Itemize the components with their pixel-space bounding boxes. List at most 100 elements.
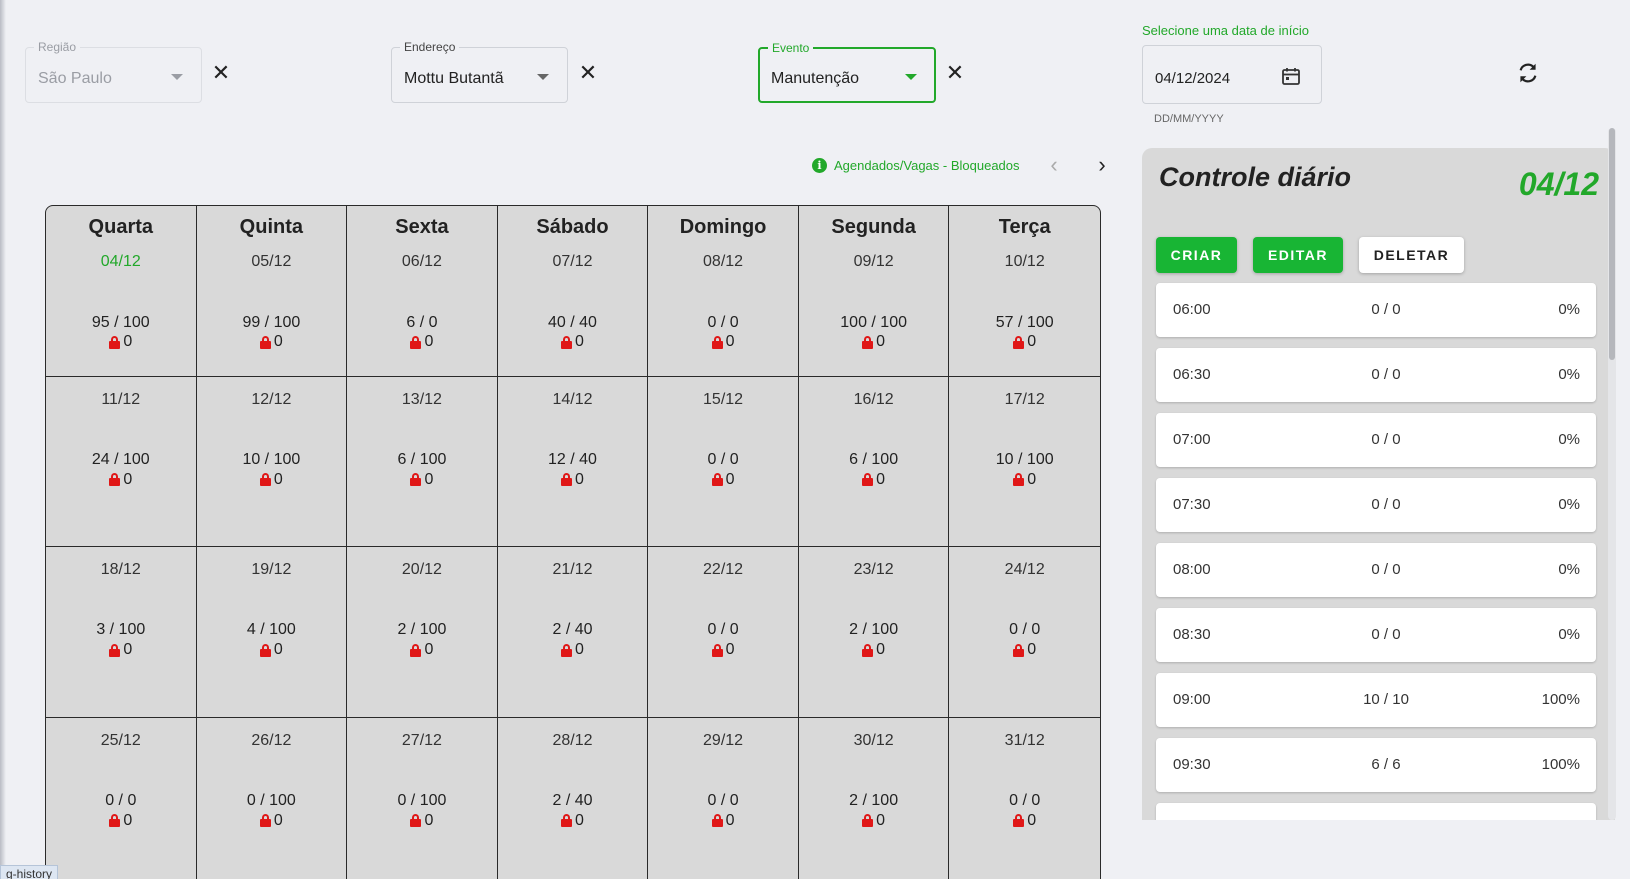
time-slot-row[interactable]: 06:00 0 / 0 0%: [1156, 283, 1596, 337]
clear-event-close-icon[interactable]: ✕: [943, 61, 967, 85]
weekday-label: Domingo: [679, 216, 767, 238]
calendar-day-cell[interactable]: Sexta 06/12 6 / 0 0: [347, 206, 498, 377]
lock-icon: [410, 643, 422, 657]
day-blocked: 0: [498, 641, 648, 659]
day-booked-count: 12 / 40: [548, 450, 597, 468]
day-booked-count: 2 / 100: [849, 621, 899, 638]
slot-percent: 0%: [1558, 366, 1580, 383]
day-blocked: 0: [347, 333, 497, 351]
calendar-day-cell[interactable]: Quarta 04/12 95 / 100 0: [46, 206, 197, 377]
calendar-day-cell[interactable]: 22/12 0 / 0 0: [648, 547, 799, 718]
event-select[interactable]: Evento Manutenção: [758, 41, 936, 103]
day-blocked: 0: [949, 471, 1100, 489]
time-slot-row[interactable]: 09:00 10 / 10 100%: [1156, 673, 1596, 727]
region-select[interactable]: Região São Paulo: [25, 40, 202, 103]
calendar-day-cell[interactable]: 13/12 6 / 100 0: [347, 376, 498, 547]
lock-icon: [561, 643, 573, 657]
time-slot-row[interactable]: 09:30 6 / 6 100%: [1156, 738, 1596, 792]
day-blocked: 0: [197, 641, 347, 659]
start-date-input[interactable]: 04/12/2024: [1142, 45, 1322, 104]
time-slot-row[interactable]: [1156, 803, 1596, 820]
day-booked-count: 2 / 40: [552, 621, 593, 638]
day-date: 16/12: [853, 390, 894, 408]
calendar-day-cell[interactable]: 30/12 2 / 100 0: [799, 717, 950, 879]
address-select[interactable]: Endereço Mottu Butantã: [391, 40, 568, 103]
day-date: 12/12: [251, 390, 292, 408]
day-date: 23/12: [853, 561, 894, 578]
time-slot-row[interactable]: 08:30 0 / 0 0%: [1156, 608, 1596, 662]
address-label: Endereço: [400, 40, 460, 54]
region-label: Região: [34, 40, 81, 54]
day-date: 05/12: [251, 253, 292, 270]
panel-scrollbar[interactable]: [1608, 128, 1616, 820]
create-button[interactable]: CRIAR: [1156, 237, 1237, 273]
calendar-day-cell[interactable]: 18/12 3 / 100 0: [46, 547, 197, 718]
day-date: 13/12: [401, 390, 442, 408]
day-blocked-count: 0: [575, 333, 584, 350]
chevron-down-icon: [537, 74, 549, 80]
day-blocked: 0: [949, 641, 1100, 659]
chevron-left-icon[interactable]: ‹: [1044, 154, 1064, 177]
calendar-day-cell[interactable]: 31/12 0 / 0 0: [949, 718, 1100, 879]
calendar-day-cell[interactable]: 29/12 0 / 0 0: [648, 717, 799, 879]
calendar-day-cell[interactable]: Sábado 07/12 40 / 40 0: [497, 206, 649, 377]
calendar-day-cell[interactable]: 17/12 10 / 100 0: [949, 377, 1100, 547]
scrollbar-thumb[interactable]: [1609, 128, 1615, 360]
calendar-day-cell[interactable]: 23/12 2 / 100 0: [798, 547, 950, 718]
clear-address-close-icon[interactable]: ✕: [576, 61, 600, 85]
day-blocked-count: 0: [273, 641, 283, 658]
slot-count: 0 / 0: [1371, 626, 1401, 643]
day-blocked-count: 0: [575, 811, 584, 829]
app-page: Região São Paulo ✕ Endereço Mottu Butant…: [0, 0, 1630, 879]
delete-button[interactable]: DELETAR: [1359, 237, 1464, 273]
refresh-icon[interactable]: [1515, 60, 1541, 86]
calendar-day-cell[interactable]: 12/12 10 / 100 0: [196, 376, 348, 547]
legend: i Agendados/Vagas - Bloqueados: [812, 158, 1020, 173]
calendar-icon[interactable]: [1281, 66, 1301, 86]
calendar-day-cell[interactable]: 20/12 2 / 100 0: [347, 547, 498, 718]
day-blocked-count: 0: [273, 333, 283, 350]
time-slot-row[interactable]: 08:00 0 / 0 0%: [1156, 543, 1596, 597]
time-slot-row[interactable]: 07:30 0 / 0 0%: [1156, 478, 1596, 532]
calendar-day-cell[interactable]: 24/12 0 / 0 0: [949, 547, 1100, 718]
clear-region-close-icon[interactable]: ✕: [209, 61, 233, 85]
lock-icon: [410, 335, 422, 349]
day-booked-count: 0 / 100: [397, 791, 447, 809]
date-picker-label: Selecione uma data de início: [1142, 23, 1309, 38]
day-blocked-count: 0: [876, 641, 886, 658]
lock-icon: [711, 335, 723, 349]
calendar-day-cell[interactable]: Domingo 08/12 0 / 0 0: [648, 206, 799, 377]
day-date: 31/12: [1004, 731, 1045, 749]
edit-button[interactable]: EDITAR: [1253, 237, 1343, 273]
chevron-down-icon: [905, 74, 917, 80]
calendar-day-cell[interactable]: 28/12 2 / 40 0: [498, 717, 649, 879]
calendar-day-cell[interactable]: Segunda 09/12 100 / 100 0: [798, 206, 950, 377]
lock-icon: [862, 473, 874, 486]
chevron-right-icon[interactable]: ›: [1092, 154, 1112, 177]
calendar-day-cell[interactable]: 21/12 2 / 40 0: [497, 547, 649, 718]
calendar-day-cell[interactable]: 16/12 6 / 100 0: [798, 376, 950, 547]
calendar-day-cell[interactable]: 25/12 0 / 0 0: [46, 717, 197, 879]
day-booked-count: 0 / 0: [105, 791, 137, 809]
calendar-day-cell[interactable]: 19/12 4 / 100 0: [196, 547, 348, 718]
calendar-day-cell[interactable]: 27/12 0 / 100 0: [347, 717, 498, 879]
day-blocked: 0: [799, 333, 949, 351]
calendar-day-cell[interactable]: Quinta 05/12 99 / 100 0: [196, 206, 348, 377]
day-date: 04/12: [100, 253, 141, 270]
day-date: 19/12: [251, 561, 292, 578]
calendar-day-cell[interactable]: 15/12 0 / 0 0: [648, 376, 799, 547]
calendar-day-cell[interactable]: 14/12 12 / 40 0: [497, 376, 649, 547]
day-date: 20/12: [401, 561, 442, 578]
day-booked-count: 40 / 40: [548, 314, 597, 331]
time-slot-row[interactable]: 07:00 0 / 0 0%: [1156, 413, 1596, 467]
calendar-day-cell[interactable]: 26/12 0 / 100 0: [197, 717, 348, 879]
date-format-hint: DD/MM/YYYY: [1154, 113, 1224, 125]
lock-icon: [259, 473, 271, 486]
calendar-day-cell[interactable]: Terça 10/12 57 / 100 0: [949, 206, 1100, 377]
lock-icon: [561, 335, 573, 349]
slot-percent: 0%: [1558, 626, 1580, 643]
calendar-day-cell[interactable]: 11/12 24 / 100 0: [46, 376, 197, 547]
slot-count: 0 / 0: [1371, 496, 1401, 513]
day-date: 24/12: [1004, 561, 1045, 578]
time-slot-row[interactable]: 06:30 0 / 0 0%: [1156, 348, 1596, 402]
